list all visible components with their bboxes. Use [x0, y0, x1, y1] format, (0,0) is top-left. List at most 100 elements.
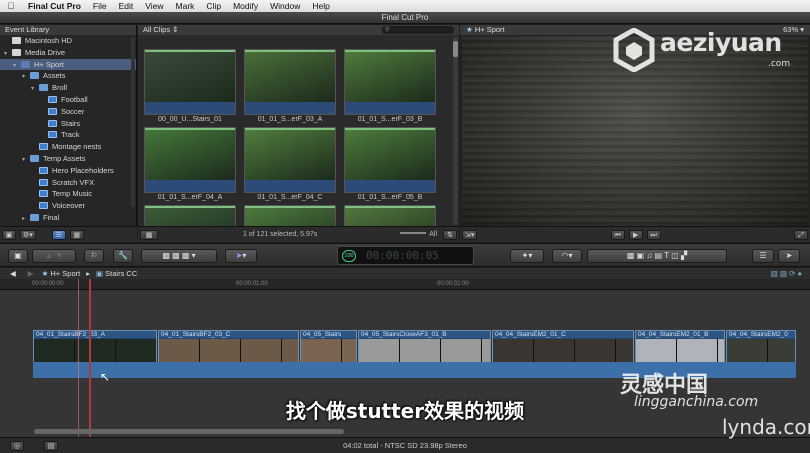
back-arrow-icon[interactable]: ◀: [10, 269, 16, 278]
skimmer-line: [78, 279, 79, 437]
effects-button[interactable]: ✦▾: [510, 249, 544, 263]
breadcrumb-clip[interactable]: ▣ Stairs CC: [96, 269, 137, 278]
clip-filmstrip: [34, 339, 156, 363]
browser-clip[interactable]: [344, 205, 436, 226]
library-item[interactable]: ▾ Media Drive: [0, 47, 136, 59]
library-toggle-button[interactable]: ▣: [2, 229, 16, 240]
forward-arrow-icon[interactable]: ▶: [28, 269, 34, 278]
viewer-zoom-dropdown[interactable]: 63% ▾: [783, 25, 804, 35]
record-voiceover-button[interactable]: ▣: [8, 249, 28, 263]
browser-scroll-thumb[interactable]: [453, 41, 458, 57]
key-icon: ⚐: [90, 251, 98, 260]
library-item[interactable]: Scratch VFX: [0, 177, 136, 189]
timeline-clip-name: 04_05_Stairs: [301, 331, 356, 338]
list-view-button[interactable]: ☰: [51, 229, 66, 240]
browser-clip[interactable]: 01_01_S...erF_04_A: [144, 127, 236, 201]
library-item[interactable]: Temp Music: [0, 188, 136, 200]
media-browsers-group[interactable]: ▩ ▣ ♫ ▤ T ◫ ▞: [587, 249, 727, 263]
inspector-button[interactable]: ☰: [752, 249, 774, 263]
play-button[interactable]: ▶: [628, 229, 643, 240]
clip-appearance-button[interactable]: ▩: [140, 229, 158, 240]
search-input[interactable]: ⚲: [382, 26, 454, 34]
event-icon: [48, 95, 57, 103]
browser-clip[interactable]: 01_01_S...erF_05_B: [344, 127, 436, 201]
library-item[interactable]: Football: [0, 94, 136, 106]
share-icon: ➤: [785, 251, 793, 260]
browser-options-button[interactable]: ⇅: [443, 229, 457, 240]
library-item[interactable]: Montage nests: [0, 141, 136, 153]
event-icon: [39, 166, 48, 174]
dashboard-timecode[interactable]: 100 00:00:00:05: [337, 246, 474, 265]
library-item-label: Media Drive: [25, 47, 66, 57]
timeline-scrollbar[interactable]: [34, 429, 344, 434]
library-item[interactable]: Track: [0, 129, 136, 141]
clip-filter-dropdown[interactable]: All Clips ⇕: [143, 25, 178, 35]
clip-name: 01_01_S...erF_03_B: [357, 116, 423, 123]
library-item[interactable]: ▾ Broll: [0, 82, 136, 94]
library-item[interactable]: ▾ Assets: [0, 70, 136, 82]
menu-item-view[interactable]: View: [139, 1, 169, 11]
menu-item-final-cut-pro[interactable]: Final Cut Pro: [22, 1, 87, 11]
transform-tool-button[interactable]: ⇲▾: [462, 229, 478, 240]
clip-thumbnail: [245, 208, 335, 226]
library-item[interactable]: ▾ Temp Assets: [0, 153, 136, 165]
action-gear-button[interactable]: ⚙▾: [20, 229, 36, 240]
library-item[interactable]: ▸ Final: [0, 212, 136, 224]
library-item-label: Soccer: [61, 106, 85, 116]
fullscreen-button[interactable]: ⤢: [794, 229, 809, 240]
import-button[interactable]: ▲ ▼: [32, 249, 76, 263]
timeline-controls-icon[interactable]: ▧ ▧ ⟳ ●: [771, 269, 802, 278]
enhancements-button[interactable]: ◠▾: [552, 249, 582, 263]
menu-item-edit[interactable]: Edit: [113, 1, 140, 11]
clip-filmstrip: [159, 339, 298, 363]
browser-clip[interactable]: 00_00_U...Stairs_01: [144, 49, 236, 123]
library-item[interactable]: Voiceover: [0, 200, 136, 212]
library-item[interactable]: Stairs: [0, 118, 136, 130]
browser-clip[interactable]: 01_01_S...erF_04_C: [244, 127, 336, 201]
menu-item-modify[interactable]: Modify: [227, 1, 264, 11]
library-item[interactable]: ▾ H+ Sport: [0, 58, 136, 71]
library-item[interactable]: Macintosh HD: [0, 35, 136, 47]
wrench-button[interactable]: 🔧: [113, 249, 133, 263]
duration-filter[interactable]: All: [400, 231, 437, 238]
timeline-index-button[interactable]: ▤: [44, 441, 58, 451]
event-icon: [39, 178, 48, 186]
share-button[interactable]: ➤: [778, 249, 800, 263]
timecode-value: 00:00:00:05: [366, 249, 439, 262]
menu-item-mark[interactable]: Mark: [170, 1, 201, 11]
event-icon: [39, 202, 48, 210]
edit-buttons-group[interactable]: ▩ ▩ ▩ ▾: [141, 249, 217, 263]
select-tool-button[interactable]: ➤▾: [225, 249, 257, 263]
star-icon: [21, 60, 30, 68]
browser-selection-status: 1 of 121 selected, 5.97s: [242, 231, 318, 238]
menu-item-clip[interactable]: Clip: [200, 1, 227, 11]
menu-item-help[interactable]: Help: [306, 1, 335, 11]
menu-item-window[interactable]: Window: [264, 1, 306, 11]
timeline-ruler[interactable]: 00:00:00:00 00:00:01:00 00:00:02:00: [0, 279, 810, 290]
library-item-label: Broll: [52, 83, 68, 93]
apple-menu-icon[interactable]: : [0, 1, 22, 11]
library-item[interactable]: Hero Placeholders: [0, 165, 136, 177]
aeziyuan-domain-watermark: .com: [768, 59, 791, 69]
clip-filmstrip: [301, 339, 356, 363]
keyword-button[interactable]: ⚐: [84, 249, 104, 263]
browser-clip[interactable]: 01_01_S...erF_03_B: [344, 49, 436, 123]
browser-scrollbar[interactable]: [453, 37, 458, 225]
filmstrip-view-button[interactable]: ▦: [69, 229, 84, 240]
library-item[interactable]: Soccer: [0, 106, 136, 118]
playhead[interactable]: [89, 279, 91, 437]
browser-clip[interactable]: 01_01_S...erF_03_A: [244, 49, 336, 123]
clip-filmstrip: [493, 339, 633, 363]
clip-thumbnail: [345, 208, 435, 226]
browser-clip[interactable]: [244, 205, 336, 226]
clip-thumbnail: [145, 208, 235, 226]
background-task-indicator[interactable]: 100: [342, 250, 356, 262]
menu-item-file[interactable]: File: [87, 1, 113, 11]
browser-clip[interactable]: [144, 205, 236, 226]
previous-frame-button[interactable]: ⏮: [610, 229, 625, 240]
library-scrollbar[interactable]: [131, 37, 135, 207]
audio-meter-button[interactable]: ◎: [10, 441, 24, 451]
disclosure-closed-icon[interactable]: ▸: [22, 214, 30, 226]
next-frame-button[interactable]: ⏭: [646, 229, 661, 240]
breadcrumb-project[interactable]: ★ H+ Sport: [42, 269, 81, 278]
